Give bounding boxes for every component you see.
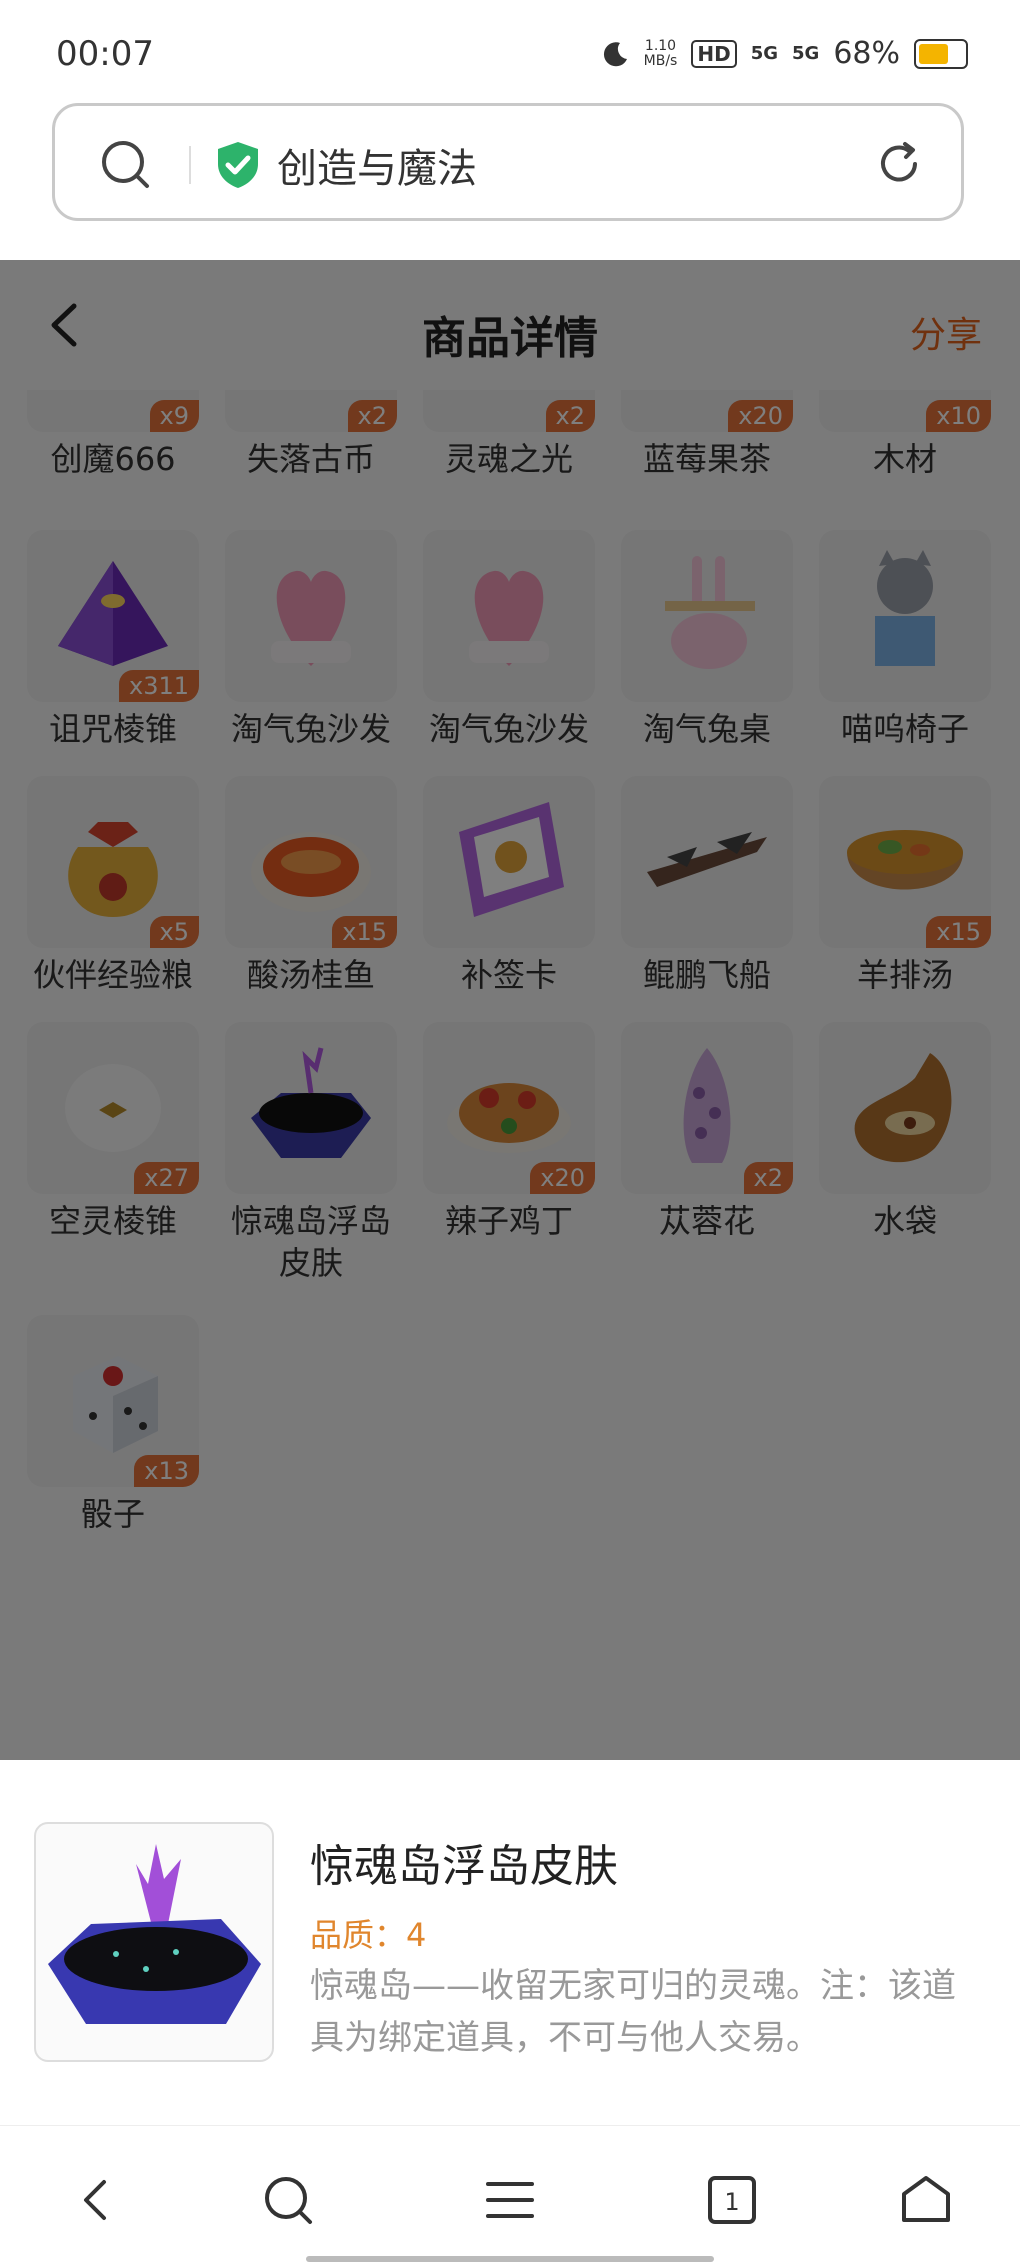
browser-bottom-nav: 1 (0, 2125, 1020, 2268)
hd-icon: HD (691, 39, 737, 68)
search-icon[interactable] (99, 138, 151, 190)
status-icons: 1.10 MB/s HD 5G 5G 68% (600, 36, 968, 71)
nav-home-icon[interactable] (896, 2170, 956, 2230)
battery-icon (914, 38, 968, 69)
item-detail-image (34, 1822, 274, 2062)
nav-tabs-icon[interactable]: 1 (702, 2170, 762, 2230)
moon-icon (603, 41, 627, 66)
address-bar[interactable]: 创造与魔法 (52, 103, 964, 221)
net-speed-value: 1.10 (644, 37, 677, 54)
reload-icon[interactable] (873, 138, 925, 190)
status-bar: 00:07 1.10 MB/s HD 5G 5G 68% (0, 0, 1020, 100)
signal-5g-icon-2: 5G (792, 43, 820, 64)
home-indicator[interactable] (306, 2256, 714, 2262)
search-query[interactable]: 创造与魔法 (277, 136, 477, 194)
item-detail-sheet: 惊魂岛浮岛皮肤 品质：4 惊魂岛——收留无家可归的灵魂。注：该道具为绑定道具，不… (0, 1760, 1020, 2125)
item-detail-description: 惊魂岛——收留无家可归的灵魂。注：该道具为绑定道具，不可与他人交易。 (310, 1966, 956, 2058)
item-detail-title: 惊魂岛浮岛皮肤 (310, 1841, 618, 1892)
nav-menu-icon[interactable] (480, 2170, 540, 2230)
search-divider (189, 146, 191, 184)
shield-check-icon (218, 142, 258, 188)
net-speed: 1.10 MB/s (643, 37, 678, 69)
signal-5g-icon: 5G (750, 43, 778, 64)
battery-percent: 68% (833, 36, 900, 71)
status-time: 00:07 (56, 34, 154, 74)
nav-search-icon[interactable] (258, 2170, 318, 2230)
modal-backdrop[interactable] (0, 260, 1020, 1760)
floating-island-icon (48, 1844, 261, 2024)
net-speed-unit: MB/s (643, 52, 678, 69)
nav-back-icon[interactable] (66, 2170, 126, 2230)
item-detail-quality: 品质：4 (310, 1916, 427, 1954)
svg-text:1: 1 (724, 2188, 739, 2216)
